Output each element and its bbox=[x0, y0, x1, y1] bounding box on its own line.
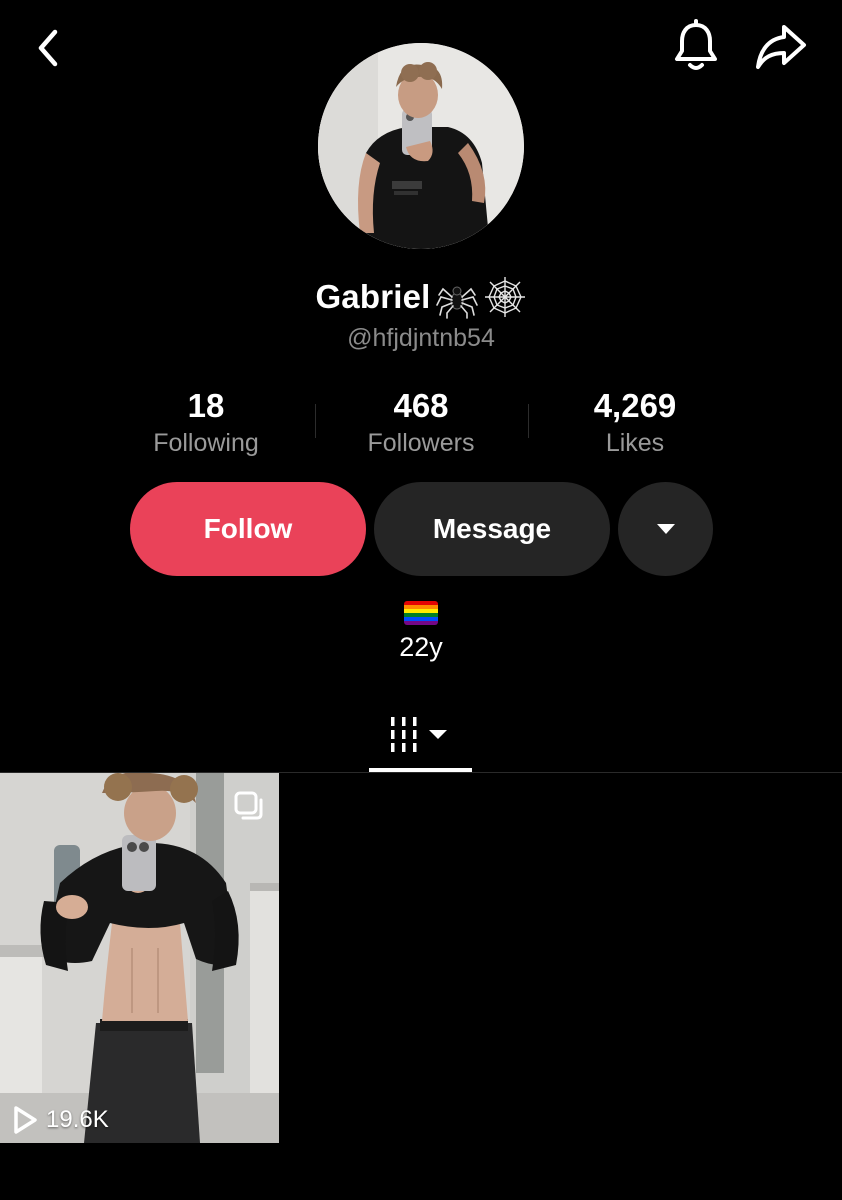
rainbow-flag-icon bbox=[404, 601, 438, 625]
stat-followers[interactable]: 468 Followers bbox=[321, 386, 521, 460]
caret-down-icon bbox=[656, 524, 675, 534]
video-thumbnail[interactable]: 19.6K bbox=[0, 773, 279, 1143]
tab-videos[interactable] bbox=[370, 700, 472, 770]
followers-label: Followers bbox=[367, 429, 475, 457]
likes-count: 4,269 bbox=[593, 387, 677, 424]
notification-bell-button[interactable] bbox=[668, 18, 724, 74]
profile-avatar[interactable] bbox=[318, 43, 524, 249]
stat-divider bbox=[315, 404, 316, 438]
stat-likes[interactable]: 4,269 Likes bbox=[535, 386, 735, 460]
videos-grid-icon bbox=[391, 717, 447, 752]
view-count: 19.6K bbox=[12, 1105, 109, 1135]
display-name: Gabriel bbox=[315, 278, 431, 315]
avatar-photo bbox=[318, 43, 524, 249]
chevron-left-icon bbox=[38, 29, 58, 67]
following-label: Following bbox=[153, 429, 259, 457]
followers-count: 468 bbox=[393, 387, 449, 424]
view-count-text: 19.6K bbox=[46, 1106, 109, 1133]
follow-button[interactable]: Follow bbox=[130, 482, 366, 576]
username-handle: @hfjdjntnb54 bbox=[347, 324, 495, 352]
play-icon bbox=[14, 1106, 37, 1134]
back-button[interactable] bbox=[22, 22, 74, 74]
stat-divider bbox=[528, 404, 529, 438]
message-button[interactable]: Message bbox=[374, 482, 610, 576]
bell-icon bbox=[675, 19, 717, 70]
multi-photo-icon bbox=[234, 791, 263, 820]
spider-icon bbox=[435, 275, 479, 319]
share-button[interactable] bbox=[752, 20, 810, 74]
more-options-button[interactable] bbox=[618, 482, 713, 576]
share-arrow-icon bbox=[756, 25, 806, 69]
spider-web-icon bbox=[483, 275, 527, 319]
stat-following[interactable]: 18 Following bbox=[106, 386, 306, 460]
video-thumbnail-image bbox=[0, 773, 279, 1143]
bio-age: 22y bbox=[399, 632, 443, 662]
likes-label: Likes bbox=[605, 429, 665, 457]
profile-stats: 18 Following 468 Followers 4,269 Likes bbox=[0, 386, 842, 466]
display-name-row: Gabriel bbox=[0, 272, 842, 322]
following-count: 18 bbox=[187, 387, 225, 424]
